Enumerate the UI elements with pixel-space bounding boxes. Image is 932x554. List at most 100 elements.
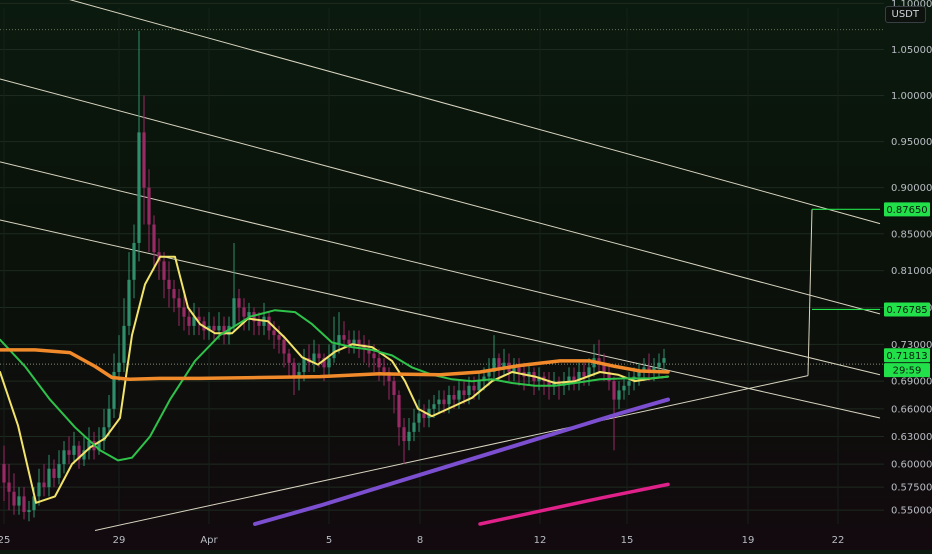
candle-body [662, 358, 666, 363]
candle-body [12, 491, 16, 506]
candle-body [437, 399, 441, 405]
price-label-text: 0.87650 [886, 205, 927, 216]
candle-body [137, 132, 141, 243]
candle-body [42, 482, 46, 488]
x-tick-label: Apr [200, 535, 218, 546]
y-tick-label: 0.69000 [891, 377, 932, 388]
candle-body [242, 307, 246, 317]
candle-body [107, 408, 111, 428]
x-tick-label: 29 [113, 535, 126, 546]
candle-body [57, 464, 61, 478]
candle-body [282, 339, 286, 354]
candle-body [172, 289, 176, 299]
candle-body [232, 298, 236, 326]
candle-body [582, 371, 586, 377]
ma_magenta-line [478, 482, 670, 526]
candle-body [402, 427, 406, 442]
x-tick-label: 15 [621, 535, 634, 546]
candle-body [27, 510, 31, 513]
candle-body [142, 132, 146, 188]
candle-body [372, 353, 376, 359]
candle-body [442, 399, 446, 405]
candles [2, 31, 666, 522]
chart-svg: 1.100001.050001.000000.950000.900000.850… [0, 0, 932, 546]
price-label-text: 29:59 [893, 366, 922, 377]
candle-body [122, 325, 126, 363]
candle-body [152, 224, 156, 253]
candle-body [377, 358, 381, 368]
y-tick-label: 0.66000 [891, 404, 932, 415]
candle-body [47, 468, 51, 488]
candle-body [17, 496, 21, 506]
candle-body [37, 482, 41, 497]
candle-body [62, 450, 66, 465]
candle-body [182, 307, 186, 317]
candle-body [117, 362, 121, 372]
x-tick-label: 25 [0, 535, 10, 546]
candle-body [187, 316, 191, 326]
y-tick-label: 0.85000 [891, 229, 932, 240]
price-label-text: 0.76785 [886, 305, 927, 316]
candle-body [462, 390, 466, 395]
candle-body [237, 298, 241, 308]
candle-body [472, 385, 476, 391]
candle-body [447, 395, 451, 405]
candle-body [657, 362, 661, 368]
candle-body [167, 279, 171, 290]
candle-body [162, 261, 166, 280]
candle-body [567, 376, 571, 382]
candle-body [132, 242, 136, 280]
y-tick-label: 0.60000 [891, 460, 932, 471]
trend-line [807, 209, 813, 376]
y-tick-label: 1.05000 [891, 45, 932, 56]
price-label-text: 0.71813 [886, 351, 927, 362]
candle-body [257, 321, 261, 326]
candle-body [422, 413, 426, 419]
candle-body [127, 279, 131, 326]
candle-body [382, 367, 386, 372]
chart: 1.10000 1.05000 1.00000 0.95000 0.90000 0.850… [0, 0, 932, 550]
x-tick-label: 8 [417, 535, 423, 546]
candle-body [517, 367, 521, 372]
candle-body [457, 390, 461, 400]
candle-body [317, 353, 321, 359]
candle-body [497, 358, 501, 368]
y-tick-label: 0.57500 [891, 483, 932, 494]
candle-body [272, 330, 276, 336]
y-tick-label: 0.95000 [891, 137, 932, 148]
x-tick-label: 5 [326, 535, 332, 546]
candle-body [217, 325, 221, 331]
trend-line [94, 375, 809, 531]
candle-body [627, 381, 631, 386]
candle-body [357, 339, 361, 345]
candle-body [292, 362, 296, 377]
candle-body [67, 450, 71, 455]
candle-body [622, 385, 626, 391]
candle-body [397, 395, 401, 428]
candle-body [347, 339, 351, 345]
ma_purple-line [253, 397, 670, 526]
candle-body [287, 353, 291, 363]
candle-body [612, 381, 616, 400]
x-tick-label: 19 [742, 535, 755, 546]
candle-body [342, 335, 346, 340]
candle-body [412, 422, 416, 432]
candle-body [72, 445, 76, 455]
currency-label[interactable]: USDT [884, 6, 926, 23]
candle-body [432, 404, 436, 409]
candle-body [452, 395, 456, 400]
x-tick-label: 12 [534, 535, 547, 546]
y-tick-label: 1.00000 [891, 91, 932, 102]
candle-body [302, 358, 306, 372]
candle-body [7, 482, 11, 492]
candle-body [417, 413, 421, 423]
candle-body [477, 381, 481, 391]
candle-body [617, 390, 621, 400]
candle-body [487, 371, 491, 377]
y-tick-label: 0.55000 [891, 506, 932, 517]
y-tick-label: 0.63000 [891, 432, 932, 443]
y-tick-label: 0.81000 [891, 266, 932, 277]
x-tick-label: 22 [832, 535, 845, 546]
candle-body [2, 464, 6, 483]
candle-body [212, 325, 216, 331]
